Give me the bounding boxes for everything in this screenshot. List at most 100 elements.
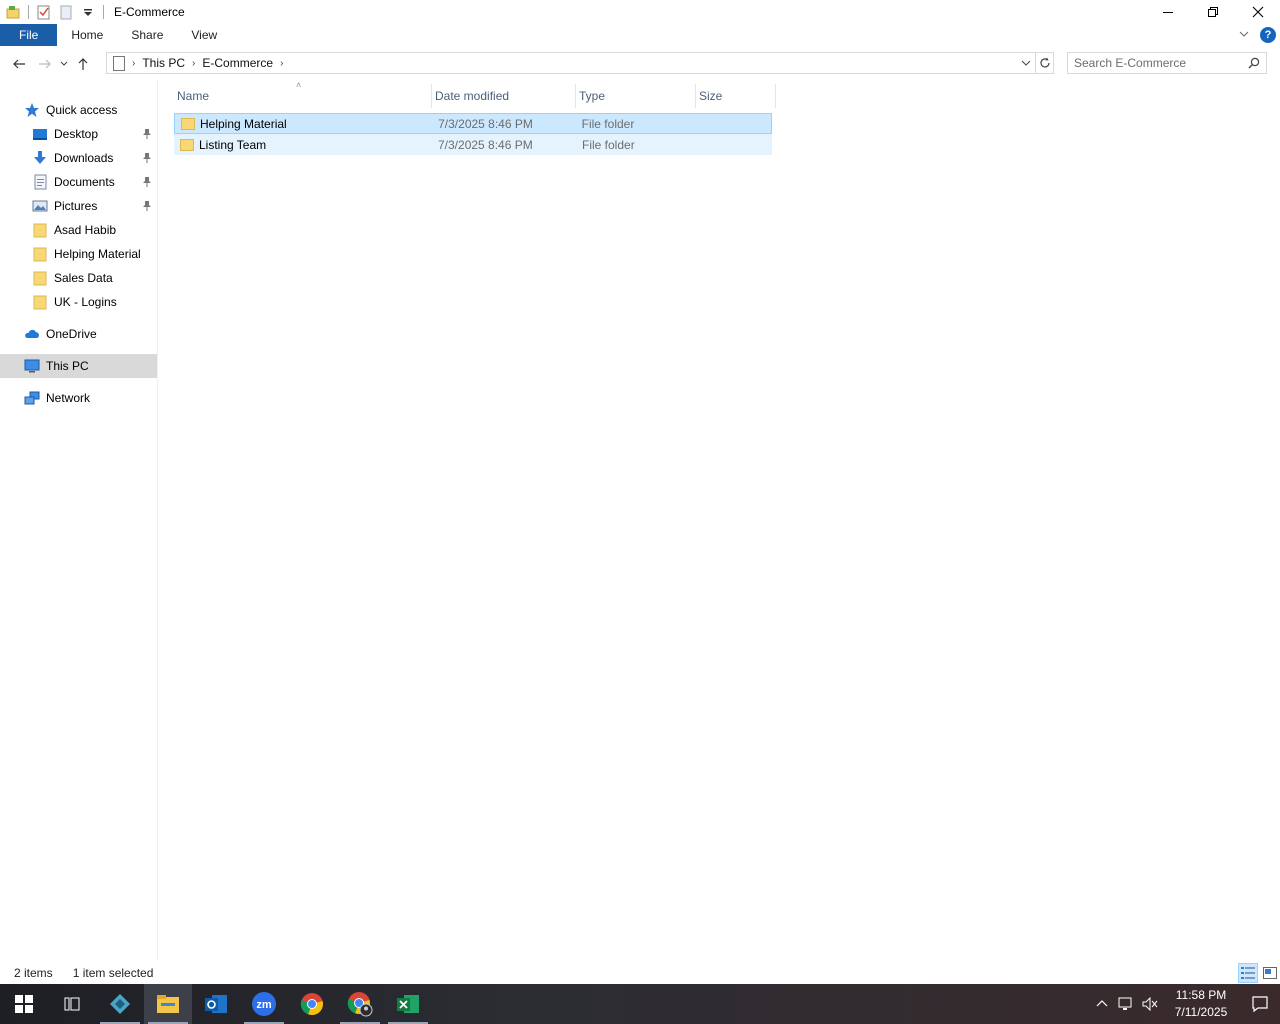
ribbon-right-controls: ? (1238, 24, 1276, 46)
nav-item-desktop[interactable]: Desktop (0, 122, 157, 146)
taskbar-app-chrome-profile[interactable] (336, 984, 384, 1024)
tab-share[interactable]: Share (117, 24, 177, 46)
folder-icon (180, 138, 194, 151)
pin-icon (143, 201, 151, 211)
address-bar-controls (1017, 53, 1053, 73)
folder-icon (32, 270, 48, 286)
chevron-right-icon[interactable]: › (280, 58, 283, 69)
taskbar-app-remote[interactable] (96, 984, 144, 1024)
nav-item-sales-data[interactable]: Sales Data (0, 266, 157, 290)
taskbar-app-chrome[interactable] (288, 984, 336, 1024)
chevron-right-icon[interactable]: › (132, 58, 135, 69)
nav-item-this-pc[interactable]: This PC (0, 354, 157, 378)
column-header-name[interactable]: Name ˄ (174, 80, 432, 108)
clock-date: 7/11/2025 (1174, 1005, 1228, 1019)
taskbar-app-zoom[interactable]: zm (240, 984, 288, 1024)
nav-item-documents[interactable]: Documents (0, 170, 157, 194)
start-button[interactable] (0, 984, 48, 1024)
minimize-button[interactable] (1145, 0, 1190, 24)
file-date: 7/3/2025 8:46 PM (438, 116, 533, 131)
large-icons-view-button[interactable] (1260, 963, 1280, 983)
location-icon (113, 55, 125, 71)
pin-icon (143, 129, 151, 139)
expand-ribbon-chevron-icon[interactable] (1238, 28, 1250, 43)
window-controls (1145, 0, 1280, 24)
breadcrumb-this-pc[interactable]: This PC (142, 56, 185, 70)
zoom-icon: zm (252, 992, 276, 1016)
network-icon (24, 390, 40, 406)
volume-button[interactable] (1138, 984, 1162, 1024)
item-count: 2 items (14, 966, 53, 980)
network-status-button[interactable] (1114, 984, 1138, 1024)
file-type: File folder (581, 116, 635, 131)
address-bar[interactable]: › This PC › E-Commerce › (106, 52, 1054, 74)
taskbar-app-excel[interactable] (384, 984, 432, 1024)
chrome-profile-icon (347, 992, 373, 1017)
properties-icon[interactable] (36, 4, 52, 20)
nav-item-quick-access[interactable]: Quick access (0, 98, 157, 122)
star-icon (24, 102, 40, 118)
tab-file[interactable]: File (0, 24, 58, 46)
address-history-dropdown[interactable] (1017, 53, 1035, 73)
taskbar-app-outlook[interactable] (192, 984, 240, 1024)
diamond-app-icon (110, 994, 130, 1014)
view-switcher (1238, 962, 1280, 984)
volume-muted-icon (1142, 997, 1158, 1011)
chevron-right-icon[interactable]: › (192, 58, 195, 69)
pane-divider[interactable] (157, 80, 158, 960)
close-button[interactable] (1235, 0, 1280, 24)
windows-logo-icon (15, 995, 33, 1013)
help-icon[interactable]: ? (1260, 27, 1276, 43)
chrome-icon (300, 993, 323, 1016)
restore-button[interactable] (1190, 0, 1235, 24)
outlook-icon (205, 995, 227, 1013)
document-icon (32, 174, 48, 190)
search-icon[interactable] (1246, 55, 1262, 71)
pin-icon (143, 153, 151, 163)
forward-button[interactable] (34, 53, 56, 75)
taskbar-app-file-explorer[interactable] (144, 984, 192, 1024)
nav-item-pictures[interactable]: Pictures (0, 194, 157, 218)
search-box[interactable] (1067, 52, 1267, 74)
tab-home[interactable]: Home (57, 24, 117, 46)
nav-item-asad-habib[interactable]: Asad Habib (0, 218, 157, 242)
pin-icon (143, 177, 151, 187)
nav-item-downloads[interactable]: Downloads (0, 146, 157, 170)
sort-ascending-icon: ˄ (296, 80, 302, 90)
file-name: Helping Material (200, 116, 287, 131)
arrow-right-icon (39, 59, 51, 69)
explorer-app-icon[interactable] (5, 4, 21, 20)
system-tray: 11:58 PM 7/11/2025 (1090, 984, 1280, 1024)
nav-item-uk-logins[interactable]: UK - Logins (0, 290, 157, 314)
column-header-size[interactable]: Size (696, 84, 776, 108)
column-header-type[interactable]: Type (576, 84, 696, 108)
back-button[interactable] (8, 53, 30, 75)
file-row[interactable]: Listing Team 7/3/2025 8:46 PM File folde… (174, 134, 772, 155)
clock[interactable]: 11:58 PM 7/11/2025 (1166, 987, 1236, 1021)
new-folder-icon[interactable] (58, 4, 74, 20)
breadcrumb-e-commerce[interactable]: E-Commerce (202, 56, 273, 70)
show-hidden-icons-button[interactable] (1090, 984, 1114, 1024)
column-header-date[interactable]: Date modified (432, 84, 576, 108)
recent-locations-button[interactable] (56, 53, 72, 75)
arrow-left-icon (13, 59, 25, 69)
qat-dropdown-icon[interactable] (80, 4, 96, 20)
nav-item-onedrive[interactable]: OneDrive (0, 322, 157, 346)
up-button[interactable] (72, 53, 94, 75)
task-view-button[interactable] (48, 984, 96, 1024)
folder-icon (157, 995, 179, 1013)
ribbon-tabs: File Home Share View ? (0, 24, 1280, 46)
nav-item-network[interactable]: Network (0, 386, 157, 410)
desktop-icon (32, 126, 48, 142)
details-view-button[interactable] (1238, 963, 1258, 983)
details-view-icon (1241, 967, 1255, 979)
file-row[interactable]: Helping Material 7/3/2025 8:46 PM File f… (174, 113, 772, 134)
search-input[interactable] (1074, 54, 1246, 72)
excel-icon (397, 995, 419, 1013)
tab-view[interactable]: View (177, 24, 231, 46)
nav-item-helping-material[interactable]: Helping Material (0, 242, 157, 266)
title-bar: E-Commerce (0, 0, 1280, 24)
action-center-button[interactable] (1240, 984, 1280, 1024)
refresh-button[interactable] (1035, 53, 1053, 73)
folder-icon (32, 246, 48, 262)
